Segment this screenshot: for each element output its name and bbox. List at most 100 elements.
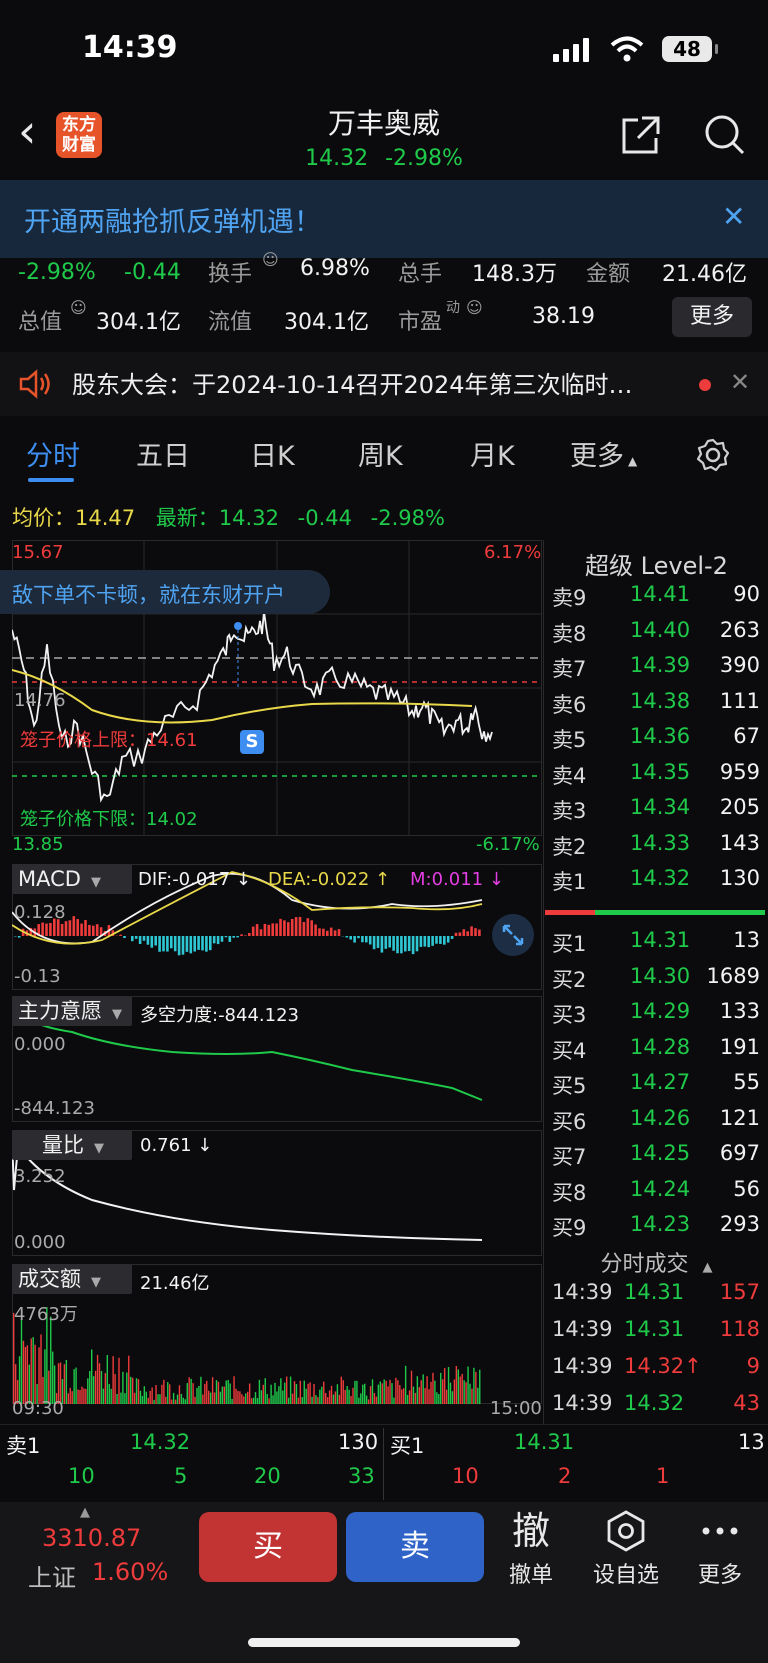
ask-row[interactable]: 卖8 14.40 263 — [552, 618, 760, 652]
macd-bar — [439, 936, 442, 944]
tab-five-day[interactable]: 五日 — [136, 434, 190, 473]
trade-row: 14:39 14.31 118 — [552, 1317, 760, 1351]
more-stats-button[interactable]: 更多 — [672, 297, 752, 337]
index-name[interactable]: 上证 — [28, 1558, 76, 1593]
tab-intraday[interactable]: 分时 — [26, 434, 80, 473]
amount-bar — [463, 1380, 465, 1404]
amount-bar — [447, 1367, 450, 1404]
bid-row[interactable]: 买3 14.29 133 — [552, 999, 760, 1033]
info-icon[interactable]: ☺ — [466, 298, 483, 317]
macd-bar — [181, 936, 185, 955]
bid-price: 14.25 — [630, 1141, 691, 1165]
bid-row[interactable]: 买8 14.24 56 — [552, 1177, 760, 1211]
macd-bar — [134, 936, 138, 939]
ask-row[interactable]: 卖2 14.33 143 — [552, 831, 760, 865]
bid-row[interactable]: 买5 14.27 55 — [552, 1070, 760, 1104]
bid-row[interactable]: 买1 14.31 13 — [552, 928, 760, 962]
amount-bar — [422, 1374, 424, 1404]
ask-row[interactable]: 卖5 14.36 67 — [552, 724, 760, 758]
bid-row[interactable]: 买4 14.28 191 — [552, 1035, 760, 1069]
add-watchlist-button[interactable]: 设自选 — [586, 1505, 666, 1589]
chevron-down-icon: ▼ — [91, 1275, 101, 1290]
ask-level: 卖2 — [552, 834, 587, 859]
strip-divider — [383, 1428, 384, 1500]
add-watchlist-label: 设自选 — [592, 1563, 659, 1588]
promo-banner-text[interactable]: 开通两融抢抓反弹机遇！ — [24, 200, 321, 239]
ad-pill[interactable]: 敌下单不卡顿，就在东财开户 — [0, 570, 330, 614]
amount-bar — [256, 1398, 259, 1404]
chevron-down-icon: ▼ — [90, 875, 101, 890]
tab-weekly-k[interactable]: 周K — [358, 434, 403, 473]
amount-bar — [159, 1394, 161, 1404]
y-top-label: 15.67 — [12, 542, 64, 563]
amount-bar — [135, 1378, 138, 1404]
macd-bar — [193, 936, 196, 952]
ask-row[interactable]: 卖1 14.32 130 — [552, 866, 760, 900]
amount-bar — [198, 1386, 200, 1404]
macd-bar — [201, 936, 204, 951]
bid-row[interactable]: 买6 14.26 121 — [552, 1106, 760, 1140]
info-icon[interactable]: ☺ — [70, 298, 87, 317]
amount-bar — [412, 1386, 415, 1404]
macd-bar — [365, 936, 368, 943]
macd-bar — [353, 936, 356, 943]
tab-more[interactable]: 更多 ▲ — [570, 434, 637, 473]
trades-title[interactable]: 分时成交 ▲ — [545, 1246, 768, 1278]
index-value[interactable]: 3310.87 — [42, 1524, 141, 1552]
amount-bar — [325, 1392, 327, 1404]
sell-marker[interactable]: S — [240, 730, 264, 754]
banner-close-icon[interactable]: ✕ — [722, 200, 745, 233]
amount-bar — [287, 1397, 290, 1404]
share-icon[interactable] — [620, 114, 662, 156]
sell-button[interactable]: 卖 — [346, 1512, 484, 1582]
notice-text[interactable]: 股东大会：于2024-10-14召开2024年第三次临时… — [72, 365, 633, 400]
info-icon[interactable]: ☺ — [262, 250, 279, 269]
macd-bar — [92, 925, 95, 936]
amount-bar — [22, 1340, 25, 1404]
bid-row[interactable]: 买2 14.30 1689 — [552, 964, 760, 998]
macd-bar — [228, 936, 232, 942]
amount-bar — [231, 1398, 233, 1404]
amount-bar — [217, 1381, 220, 1404]
search-icon[interactable] — [702, 112, 746, 156]
expand-button[interactable] — [492, 914, 534, 956]
ad-pill-text[interactable]: 敌下单不卡顿，就在东财开户 — [12, 579, 285, 609]
orderbook-title[interactable]: 超级 Level-2 — [545, 546, 768, 581]
home-indicator[interactable] — [248, 1638, 520, 1647]
macd-bar — [384, 936, 388, 949]
cancel-icon: 撤 — [511, 1509, 550, 1553]
cancel-order-button[interactable]: 撤 撤单 — [491, 1505, 571, 1589]
macd-bar — [380, 936, 384, 953]
bid-row[interactable]: 买7 14.25 697 — [552, 1141, 760, 1175]
notice-close-icon[interactable]: ✕ — [730, 368, 750, 396]
ratio-selector[interactable]: 量比 ▼ — [12, 1130, 132, 1160]
force-selector[interactable]: 主力意愿 ▼ — [12, 996, 132, 1026]
ask-price: 14.39 — [630, 653, 691, 677]
amount-bar — [200, 1376, 202, 1404]
amount-selector[interactable]: 成交额 ▼ — [12, 1264, 132, 1294]
amount-bar — [126, 1372, 128, 1404]
bid-level: 买7 — [552, 1145, 587, 1169]
ask-row[interactable]: 卖7 14.39 390 — [552, 653, 760, 687]
index-pct[interactable]: 1.60% — [92, 1558, 168, 1586]
amount-bar — [473, 1367, 475, 1404]
amount-bar — [428, 1389, 430, 1404]
macd-bar — [255, 924, 259, 936]
tab-daily-k[interactable]: 日K — [250, 434, 295, 473]
more-menu-button[interactable]: 更多 — [680, 1505, 760, 1589]
ask-row[interactable]: 卖6 14.38 111 — [552, 689, 760, 723]
ask-row[interactable]: 卖9 14.41 90 — [552, 582, 760, 616]
macd-selector[interactable]: MACD ▼ — [12, 864, 132, 894]
amount-bar — [449, 1382, 452, 1404]
amount-bar — [410, 1370, 413, 1404]
amount-bar — [408, 1390, 411, 1404]
upper-limit-label: 笼子价格上限：14.61 — [20, 730, 198, 751]
buy-button[interactable]: 买 — [199, 1512, 337, 1582]
ask-row[interactable]: 卖4 14.35 959 — [552, 760, 760, 794]
ask-row[interactable]: 卖3 14.34 205 — [552, 795, 760, 829]
gear-icon[interactable] — [696, 438, 730, 472]
chevron-up-icon[interactable]: ▲ — [80, 1505, 90, 1520]
bid-row[interactable]: 买9 14.23 293 — [552, 1212, 760, 1246]
tab-monthly-k[interactable]: 月K — [470, 434, 515, 473]
amount-bar — [299, 1380, 302, 1404]
